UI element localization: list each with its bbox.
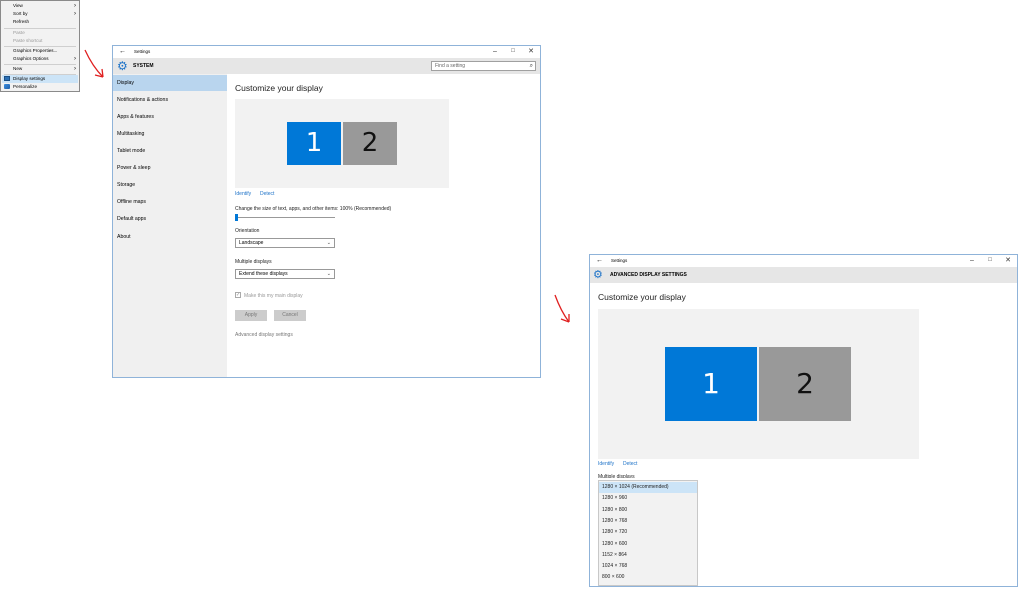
menu-item-new[interactable]: New: [13, 65, 22, 73]
identify-link[interactable]: Identify: [598, 461, 614, 467]
window-title: Settings: [134, 49, 151, 54]
menu-item-graphics-options[interactable]: Graphics Options: [13, 55, 49, 63]
menu-item-view[interactable]: View: [13, 2, 23, 10]
search-icon: ⌕: [529, 63, 533, 69]
advanced-display-settings-link[interactable]: Advanced display settings: [235, 332, 293, 338]
identify-link[interactable]: Identify: [235, 191, 251, 197]
detect-link[interactable]: Detect: [623, 461, 637, 467]
nav-item-power-sleep[interactable]: Power & sleep: [113, 160, 227, 176]
chevron-down-icon: ⌄: [326, 240, 331, 246]
window-title: Settings: [611, 258, 628, 263]
minimize-button[interactable]: –: [963, 255, 981, 266]
nav-item-storage[interactable]: Storage: [113, 177, 227, 193]
apply-button[interactable]: Apply: [235, 310, 267, 321]
detect-link[interactable]: Detect: [260, 191, 274, 197]
gear-icon: ⚙: [593, 269, 603, 281]
desktop-context-menu: View › Sort by › Refresh Paste Paste sho…: [0, 0, 80, 92]
orientation-label: Orientation: [235, 228, 260, 234]
nav-item-apps-features[interactable]: Apps & features: [113, 109, 227, 125]
close-button[interactable]: ✕: [999, 255, 1017, 266]
gear-icon: ⚙: [117, 59, 128, 73]
maximize-button[interactable]: □: [504, 46, 522, 57]
monitor-1[interactable]: 1: [665, 347, 757, 421]
resolution-option[interactable]: 1280 × 800: [599, 505, 697, 516]
main-display-checkbox[interactable]: ✓: [235, 292, 241, 298]
settings-window: ← Settings – □ ✕ ⚙ SYSTEM Find a setting…: [112, 45, 541, 378]
close-button[interactable]: ✕: [522, 46, 540, 57]
nav-item-multitasking[interactable]: Multitasking: [113, 126, 227, 142]
multiple-displays-label: Multiple displays: [598, 474, 635, 478]
resolution-option[interactable]: 1152 × 864: [599, 550, 697, 561]
main-display-label: Make this my main display: [244, 293, 303, 299]
menu-item-refresh[interactable]: Refresh: [13, 18, 29, 26]
section-title: ADVANCED DISPLAY SETTINGS: [610, 272, 687, 278]
red-arrow-icon: [84, 49, 104, 78]
minimize-button[interactable]: –: [486, 46, 504, 57]
menu-item-paste[interactable]: Paste: [13, 29, 25, 37]
submenu-arrow-icon: ›: [74, 66, 76, 72]
menu-item-personalize[interactable]: Personalize: [13, 83, 37, 91]
display-icon: [4, 76, 10, 81]
monitor-1[interactable]: 1: [287, 122, 341, 165]
menu-item-graphics-properties[interactable]: Graphics Properties...: [13, 47, 57, 55]
resolution-list: 1280 × 1024 (Recommended) 1280 × 960 128…: [598, 480, 698, 586]
settings-header: ⚙ ADVANCED DISPLAY SETTINGS: [590, 267, 1017, 283]
page-title: Customize your display: [235, 83, 323, 93]
monitor-2[interactable]: 2: [343, 122, 397, 165]
resolution-option[interactable]: 1024 × 768: [599, 561, 697, 572]
menu-item-paste-shortcut[interactable]: Paste shortcut: [13, 37, 42, 45]
resolution-option[interactable]: 1280 × 960: [599, 493, 697, 504]
multiple-displays-dropdown[interactable]: Extend these displays ⌄: [235, 269, 335, 279]
nav-item-default-apps[interactable]: Default apps: [113, 211, 227, 227]
sidebar-nav: Display Notifications & actions Apps & f…: [113, 74, 227, 377]
resolution-option[interactable]: 800 × 600: [599, 572, 697, 583]
maximize-button[interactable]: □: [981, 255, 999, 266]
nav-item-notifications[interactable]: Notifications & actions: [113, 92, 227, 108]
chevron-down-icon: ⌄: [326, 271, 331, 277]
nav-item-display[interactable]: Display: [113, 75, 227, 91]
resolution-option[interactable]: 1280 × 1024 (Recommended): [599, 482, 697, 494]
scale-label: Change the size of text, apps, and other…: [235, 206, 392, 212]
personalize-icon: [4, 84, 10, 89]
settings-header: ⚙ SYSTEM Find a setting ⌕: [113, 58, 540, 74]
submenu-arrow-icon: ›: [74, 3, 76, 9]
red-arrow-icon: [554, 294, 570, 323]
monitor-2[interactable]: 2: [759, 347, 851, 421]
scale-slider-track[interactable]: [235, 217, 335, 218]
nav-item-tablet-mode[interactable]: Tablet mode: [113, 143, 227, 159]
back-arrow-icon[interactable]: ←: [596, 256, 603, 265]
back-arrow-icon[interactable]: ←: [119, 47, 126, 56]
display-preview: 1 2: [235, 99, 449, 188]
display-preview: 1 2: [598, 309, 919, 459]
scale-slider-thumb[interactable]: [235, 214, 238, 221]
multiple-displays-label: Multiple displays: [235, 259, 272, 265]
menu-item-display-settings[interactable]: Display settings: [13, 75, 45, 83]
resolution-option[interactable]: 1280 × 768: [599, 516, 697, 527]
resolution-option[interactable]: 1280 × 600: [599, 539, 697, 550]
submenu-arrow-icon: ›: [74, 11, 76, 17]
resolution-option[interactable]: 1280 × 720: [599, 527, 697, 538]
nav-item-about[interactable]: About: [113, 229, 227, 245]
title-bar: ← Settings – □ ✕: [113, 46, 540, 58]
menu-item-sort-by[interactable]: Sort by: [13, 10, 28, 18]
section-title: SYSTEM: [133, 63, 154, 69]
page-title: Customize your display: [598, 292, 686, 302]
advanced-display-window: ← Settings – □ ✕ ⚙ ADVANCED DISPLAY SETT…: [589, 254, 1018, 587]
orientation-dropdown[interactable]: Landscape ⌄: [235, 238, 335, 248]
title-bar: ← Settings – □ ✕: [590, 255, 1017, 267]
cancel-button[interactable]: Cancel: [274, 310, 306, 321]
nav-item-offline-maps[interactable]: Offline maps: [113, 194, 227, 210]
search-input[interactable]: Find a setting ⌕: [431, 61, 536, 71]
submenu-arrow-icon: ›: [74, 56, 76, 62]
